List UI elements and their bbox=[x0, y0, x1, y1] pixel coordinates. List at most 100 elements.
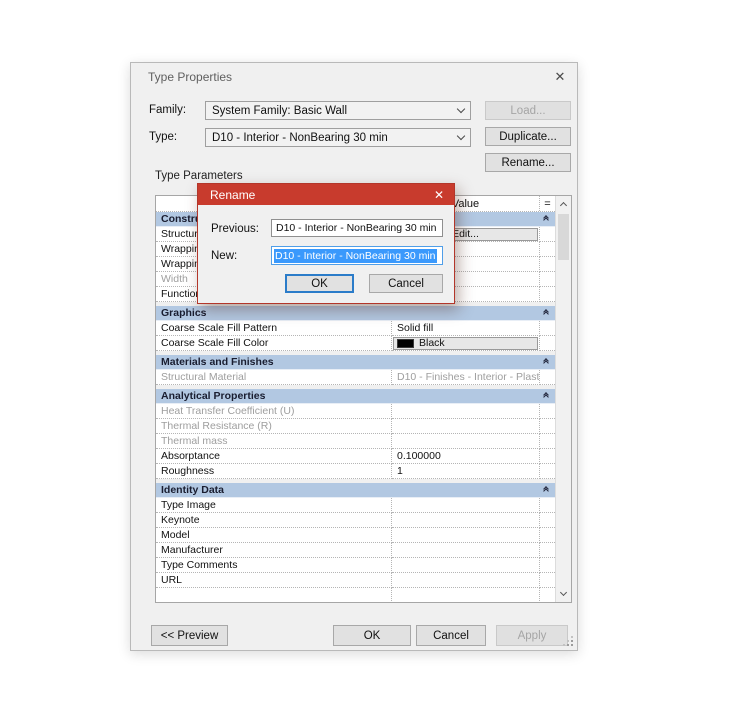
eq-cell[interactable] bbox=[540, 336, 555, 351]
eq-cell[interactable] bbox=[540, 321, 555, 336]
param-value-cell[interactable] bbox=[392, 513, 540, 528]
table-row: URL bbox=[156, 573, 555, 588]
cancel-button[interactable]: Cancel bbox=[416, 625, 486, 646]
param-value-cell[interactable] bbox=[392, 434, 540, 449]
collapse-chevrons-icon[interactable] bbox=[543, 392, 549, 400]
rename-close-icon[interactable]: ✕ bbox=[428, 184, 450, 205]
param-value-cell[interactable]: Solid fill bbox=[392, 321, 540, 336]
table-row: Structural Material D10 - Finishes - Inte… bbox=[156, 370, 555, 385]
color-value-button[interactable]: Black bbox=[393, 336, 538, 350]
param-name-cell: Roughness bbox=[156, 464, 392, 479]
section-row[interactable]: Materials and Finishes bbox=[156, 355, 555, 370]
eq-cell[interactable] bbox=[540, 573, 555, 588]
collapse-chevrons-icon[interactable] bbox=[543, 309, 549, 317]
table-row: Roughness 1 bbox=[156, 464, 555, 479]
param-value-cell[interactable] bbox=[392, 528, 540, 543]
new-value-selected-text: D10 - Interior - NonBearing 30 min bbox=[274, 248, 437, 263]
eq-cell[interactable] bbox=[540, 370, 555, 385]
param-value-cell[interactable] bbox=[392, 558, 540, 573]
collapse-chevrons-icon[interactable] bbox=[543, 486, 549, 494]
scroll-up-icon[interactable] bbox=[556, 196, 571, 212]
new-field[interactable]: D10 - Interior - NonBearing 30 min bbox=[271, 246, 443, 265]
param-name-cell: Thermal Resistance (R) bbox=[156, 419, 392, 434]
param-value-cell[interactable] bbox=[392, 588, 540, 602]
table-row: Coarse Scale Fill Color Black bbox=[156, 336, 555, 351]
new-label: New: bbox=[211, 250, 238, 262]
type-parameters-label: Type Parameters bbox=[155, 170, 243, 182]
scroll-down-icon[interactable] bbox=[556, 586, 571, 602]
eq-cell[interactable] bbox=[540, 449, 555, 464]
table-row: Manufacturer bbox=[156, 543, 555, 558]
duplicate-button[interactable]: Duplicate... bbox=[485, 127, 571, 146]
param-name-cell: Manufacturer bbox=[156, 543, 392, 558]
rename-dialog: Rename ✕ Previous: D10 - Interior - NonB… bbox=[197, 183, 455, 304]
previous-label: Previous: bbox=[211, 223, 259, 235]
table-row: Heat Transfer Coefficient (U) bbox=[156, 404, 555, 419]
eq-cell[interactable] bbox=[540, 498, 555, 513]
param-value-cell[interactable] bbox=[392, 419, 540, 434]
param-value-cell[interactable]: D10 - Finishes - Interior - Plast bbox=[392, 370, 540, 385]
screen: Type Properties ✕ Family: System Family:… bbox=[0, 0, 730, 720]
type-value: D10 - Interior - NonBearing 30 min bbox=[212, 131, 388, 144]
table-row: Thermal mass bbox=[156, 434, 555, 449]
family-label: Family: bbox=[149, 104, 187, 116]
eq-cell[interactable] bbox=[540, 404, 555, 419]
rename-cancel-button[interactable]: Cancel bbox=[369, 274, 443, 293]
collapse-chevrons-icon[interactable] bbox=[543, 215, 549, 223]
collapse-chevrons-icon[interactable] bbox=[543, 358, 549, 366]
param-name-cell: Coarse Scale Fill Color bbox=[156, 336, 392, 351]
param-value-cell[interactable] bbox=[392, 543, 540, 558]
eq-cell[interactable] bbox=[540, 464, 555, 479]
eq-cell[interactable] bbox=[540, 528, 555, 543]
ok-button[interactable]: OK bbox=[333, 625, 411, 646]
param-value-cell[interactable]: 1 bbox=[392, 464, 540, 479]
table-row: Coarse Scale Fill Pattern Solid fill bbox=[156, 321, 555, 336]
table-row: Keynote bbox=[156, 513, 555, 528]
preview-button[interactable]: << Preview bbox=[151, 625, 228, 646]
eq-cell[interactable] bbox=[540, 558, 555, 573]
family-select[interactable]: System Family: Basic Wall bbox=[205, 101, 471, 120]
table-row: Type Image bbox=[156, 498, 555, 513]
chevron-down-icon bbox=[456, 104, 466, 114]
param-name-cell: Heat Transfer Coefficient (U) bbox=[156, 404, 392, 419]
resize-grip[interactable] bbox=[563, 636, 573, 646]
header-eq[interactable]: = bbox=[540, 196, 555, 211]
eq-cell[interactable] bbox=[540, 419, 555, 434]
param-value-text: Solid fill bbox=[397, 322, 434, 334]
rename-titlebar[interactable]: Rename ✕ bbox=[198, 184, 454, 205]
close-icon[interactable]: ✕ bbox=[549, 67, 571, 87]
table-row: Absorptance 0.100000 bbox=[156, 449, 555, 464]
eq-cell[interactable] bbox=[540, 588, 555, 602]
table-row: Model bbox=[156, 528, 555, 543]
param-value-cell[interactable]: Black bbox=[392, 336, 540, 351]
chevron-up-icon bbox=[559, 201, 568, 210]
param-value-cell[interactable] bbox=[392, 404, 540, 419]
rename-button[interactable]: Rename... bbox=[485, 153, 571, 172]
table-scrollbar[interactable] bbox=[555, 196, 571, 602]
eq-cell[interactable] bbox=[540, 227, 555, 242]
rename-ok-button[interactable]: OK bbox=[285, 274, 354, 293]
eq-cell[interactable] bbox=[540, 242, 555, 257]
color-swatch bbox=[397, 338, 414, 348]
param-name-cell: Thermal mass bbox=[156, 434, 392, 449]
type-label: Type: bbox=[149, 131, 178, 143]
eq-cell[interactable] bbox=[540, 543, 555, 558]
eq-cell[interactable] bbox=[540, 287, 555, 302]
section-row[interactable]: Graphics bbox=[156, 306, 555, 321]
param-name-cell: Model bbox=[156, 528, 392, 543]
param-value-cell[interactable] bbox=[392, 498, 540, 513]
eq-cell[interactable] bbox=[540, 257, 555, 272]
section-row[interactable]: Analytical Properties bbox=[156, 389, 555, 404]
type-select[interactable]: D10 - Interior - NonBearing 30 min bbox=[205, 128, 471, 147]
table-row: Thermal Resistance (R) bbox=[156, 419, 555, 434]
param-name-cell: URL bbox=[156, 573, 392, 588]
scrollbar-thumb[interactable] bbox=[558, 214, 569, 260]
eq-cell[interactable] bbox=[540, 513, 555, 528]
section-row[interactable]: Identity Data bbox=[156, 483, 555, 498]
param-name-cell: Coarse Scale Fill Pattern bbox=[156, 321, 392, 336]
eq-cell[interactable] bbox=[540, 434, 555, 449]
family-value: System Family: Basic Wall bbox=[212, 104, 348, 117]
eq-cell[interactable] bbox=[540, 272, 555, 287]
param-value-cell[interactable]: 0.100000 bbox=[392, 449, 540, 464]
param-value-cell[interactable] bbox=[392, 573, 540, 588]
